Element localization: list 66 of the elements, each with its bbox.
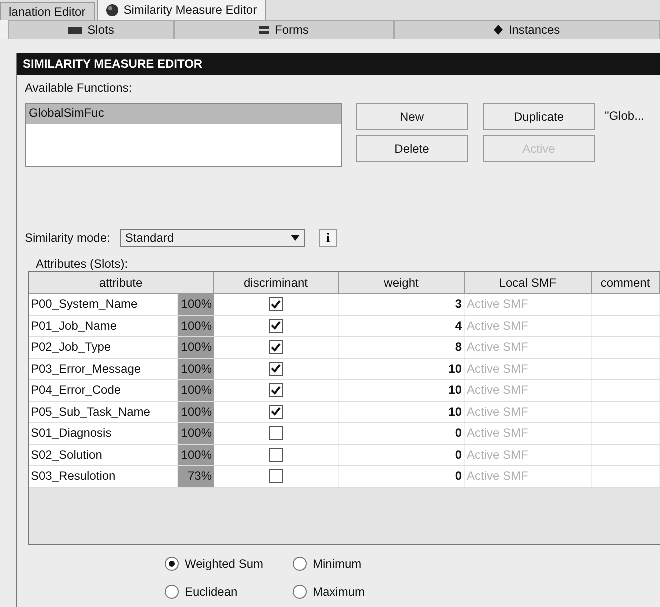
percent-cell: 73% [178, 466, 214, 486]
local-smf-cell: Active SMF [465, 402, 592, 422]
local-smf-cell: Active SMF [465, 358, 592, 379]
function-button[interactable]: Duplicate [483, 103, 595, 130]
function-item[interactable]: GlobalSimFuc [26, 104, 341, 124]
aggregation-radio[interactable]: Euclidean [165, 585, 293, 599]
active-function-text: "Glob... [605, 109, 645, 123]
weight-cell: 10 [339, 358, 465, 379]
sub-tab[interactable]: Forms [174, 20, 394, 39]
column-header[interactable]: comment [592, 272, 660, 293]
percent-cell: 100% [178, 316, 214, 336]
local-smf-cell: Active SMF [465, 444, 592, 465]
column-header[interactable]: discriminant [214, 272, 339, 293]
column-header[interactable]: attribute [29, 272, 214, 293]
mode-label: Similarity mode: [25, 231, 110, 245]
function-button[interactable]: Delete [356, 135, 468, 162]
sub-tab[interactable]: Slots [8, 20, 174, 39]
discriminant-checkbox[interactable] [269, 404, 283, 419]
mode-dropdown[interactable]: Standard [120, 229, 306, 247]
functions-list[interactable]: GlobalSimFuc [25, 103, 342, 167]
percent-cell: 100% [178, 423, 214, 444]
percent-cell: 100% [178, 294, 214, 314]
function-button[interactable]: New [356, 103, 468, 130]
weight-cell: 0 [339, 466, 465, 486]
discriminant-checkbox[interactable] [269, 340, 283, 354]
local-smf-cell: Active SMF [465, 466, 592, 486]
attributes-label: Attributes (Slots): [36, 257, 130, 271]
discriminant-checkbox[interactable] [269, 469, 283, 484]
info-button[interactable]: i [319, 229, 338, 247]
discriminant-checkbox[interactable] [269, 383, 283, 398]
discriminant-checkbox[interactable] [269, 448, 283, 462]
aggregation-radio[interactable]: Weighted Sum [165, 557, 293, 571]
caret-icon [291, 235, 300, 241]
discriminant-checkbox[interactable] [269, 426, 283, 440]
weight-cell: 4 [339, 316, 465, 336]
local-smf-cell: Active SMF [465, 423, 592, 444]
discriminant-checkbox[interactable] [269, 318, 283, 333]
weight-cell: 8 [339, 337, 465, 358]
percent-cell: 100% [178, 337, 214, 358]
functions-label: Available Functions: [25, 81, 134, 95]
editor-tab[interactable]: lanation Editor [0, 2, 95, 20]
local-smf-cell: Active SMF [465, 294, 592, 314]
aggregation-radio[interactable]: Minimum [293, 557, 413, 571]
local-smf-cell: Active SMF [465, 337, 592, 358]
aggregation-radio[interactable]: Maximum [293, 585, 413, 599]
weight-cell: 0 [339, 423, 465, 444]
forms-icon [259, 26, 269, 34]
diamond-icon [494, 25, 503, 35]
column-header[interactable]: weight [339, 272, 465, 293]
percent-cell: 100% [178, 380, 214, 400]
editor-tab[interactable]: Similarity Measure Editor [96, 0, 266, 20]
local-smf-cell: Active SMF [465, 380, 592, 400]
weight-cell: 0 [339, 444, 465, 465]
panel-title: SIMILARITY MEASURE EDITOR [17, 53, 660, 75]
local-smf-cell: Active SMF [465, 316, 592, 336]
discriminant-checkbox[interactable] [269, 362, 283, 376]
discriminant-checkbox[interactable] [269, 297, 283, 312]
column-header[interactable]: Local SMF [465, 272, 592, 293]
slots-icon [68, 26, 82, 34]
percent-cell: 100% [178, 358, 214, 379]
weight-cell: 10 [339, 380, 465, 400]
sub-tab[interactable]: Instances [394, 20, 660, 39]
weight-cell: 10 [339, 402, 465, 422]
percent-cell: 100% [178, 402, 214, 422]
percent-cell: 100% [178, 444, 214, 465]
weight-cell: 3 [339, 294, 465, 314]
